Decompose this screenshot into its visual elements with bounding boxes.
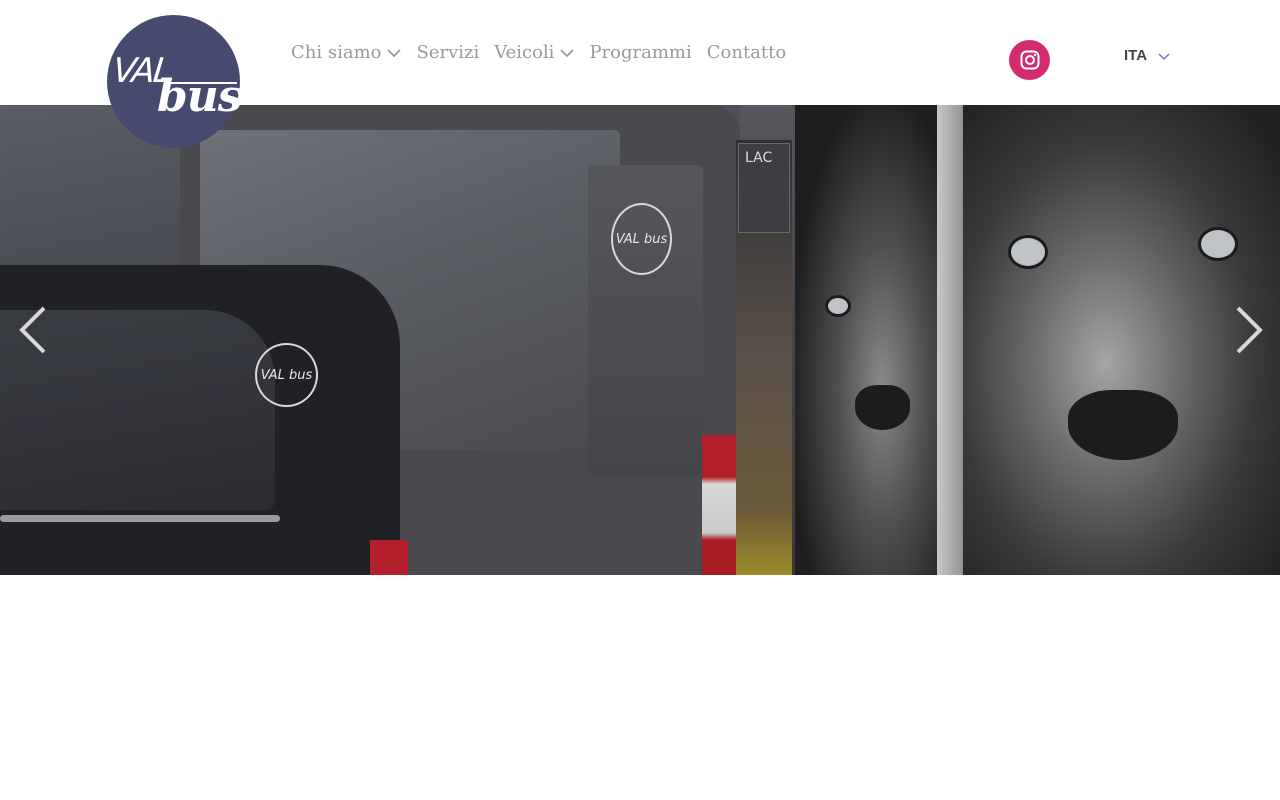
main-nav: Chi siamo Servizi Veicoli Programmi Cont… <box>291 42 801 63</box>
chevron-right-icon[interactable] <box>1228 305 1268 355</box>
nav-item-label: Chi siamo <box>291 42 382 63</box>
lion-nose <box>1068 390 1178 460</box>
lion-nose <box>855 385 910 430</box>
chevron-down-icon <box>1158 53 1170 60</box>
nav-item-contatto[interactable]: Contatto <box>707 42 786 63</box>
nav-item-servizi[interactable]: Servizi <box>416 42 479 63</box>
car-logo-badge: VAL bus <box>255 343 318 407</box>
instagram-button[interactable] <box>1009 40 1050 80</box>
nav-item-programmi[interactable]: Programmi <box>589 42 691 63</box>
poster-divider <box>937 105 965 575</box>
lion-poster-left <box>795 105 940 575</box>
site-logo[interactable]: VAL bus <box>107 15 243 148</box>
instagram-icon <box>1020 50 1039 70</box>
hero-slider: VAL bus VAL bus LAC <box>0 105 1280 575</box>
pole-sign-text: LAC <box>745 150 773 166</box>
nav-item-label: Contatto <box>706 42 787 63</box>
van-taillight <box>702 435 736 575</box>
car-taillight <box>370 540 408 575</box>
language-label: ITA <box>1124 47 1148 64</box>
lion-eye <box>825 295 851 317</box>
pole-sign: LAC <box>738 143 790 233</box>
van-logo-badge: VAL bus <box>611 203 672 275</box>
nav-item-veicoli[interactable]: Veicoli <box>494 42 575 63</box>
logo-text-bottom: bus <box>157 71 243 122</box>
nav-item-label: Programmi <box>589 42 692 63</box>
lion-eye <box>1008 235 1048 269</box>
car-trim <box>0 515 280 522</box>
language-selector[interactable]: ITA <box>1124 47 1171 64</box>
chevron-down-icon <box>560 48 575 57</box>
lion-eye <box>1198 227 1238 261</box>
chevron-left-icon[interactable] <box>14 305 54 355</box>
nav-item-label: Veicoli <box>494 42 555 63</box>
nav-item-label: Servizi <box>416 42 480 63</box>
nav-item-chi-siamo[interactable]: Chi siamo <box>291 42 402 63</box>
chevron-down-icon <box>387 48 402 57</box>
